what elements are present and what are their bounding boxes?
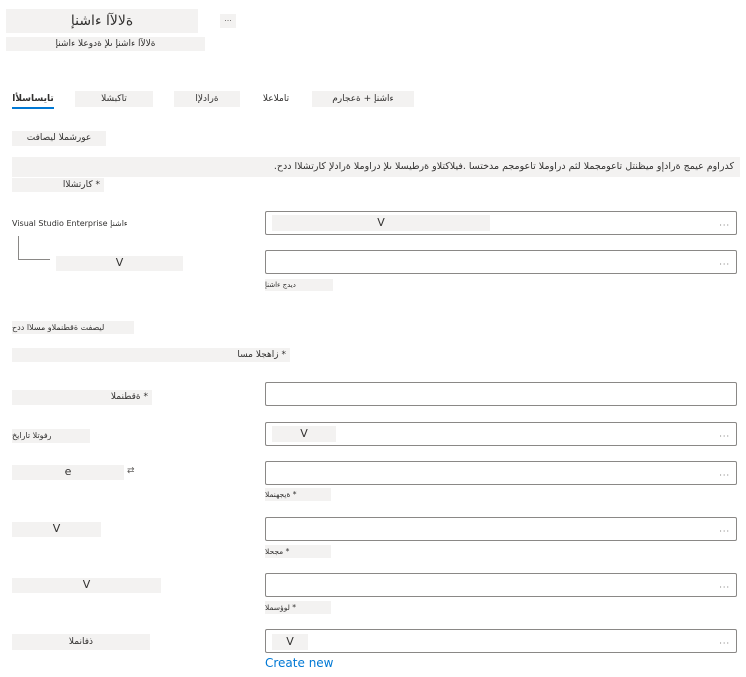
admin-select[interactable]: ...: [265, 573, 737, 597]
image-hint: ةيجهنملا *: [265, 488, 331, 501]
tab-tags[interactable]: تاملاعلا: [260, 91, 292, 107]
availability-select[interactable]: V ...: [265, 422, 737, 446]
subscription-field-label: Visual Studio Enterprise ءاشنإ: [12, 219, 128, 228]
chevron-down-icon: V: [272, 426, 336, 442]
tab-networking[interactable]: تاكبشلا: [75, 91, 153, 107]
tab-management[interactable]: ةرادلإا: [174, 91, 240, 107]
project-details-heading: عورشملا ليصافت: [12, 131, 106, 146]
create-new-link[interactable]: Create new: [265, 655, 334, 671]
ports-label: ذفانملا: [12, 634, 150, 650]
create-new-resource-group-link[interactable]: ديدج ءاشنإ: [265, 279, 333, 291]
resource-group-label: V: [56, 256, 183, 271]
subscription-select[interactable]: V ...: [265, 211, 737, 235]
swap-icon[interactable]: ⇄: [127, 465, 139, 477]
vm-name-input[interactable]: [265, 382, 737, 406]
page-subtitle: ةلالآا ءاشنإ ىلإ ةدوعلا ءاشنإ: [6, 37, 205, 51]
project-description: .كدراوم عيمج ةرادإو ميظنتل تاعومجملا لثم…: [12, 157, 740, 177]
vm-name-label: زاهجلا مسا *: [12, 348, 290, 362]
admin-label: V: [12, 578, 161, 593]
image-label: e: [12, 465, 124, 480]
page-title: ةلالآا ءاشنإ: [6, 9, 198, 33]
tree-connector: [18, 236, 50, 260]
tab-review-create[interactable]: ءاشنإ + ةعجارم: [312, 91, 414, 107]
resource-group-select[interactable]: ...: [265, 250, 737, 274]
chevron-down-icon: V: [272, 215, 490, 231]
size-select[interactable]: ...: [265, 517, 737, 541]
more-button[interactable]: ...: [220, 14, 236, 28]
tab-basics[interactable]: تايساسلأا: [12, 91, 54, 109]
admin-hint: لوؤسملا *: [265, 601, 331, 614]
ports-select[interactable]: V ...: [265, 629, 737, 653]
size-label: V: [12, 522, 101, 537]
image-select[interactable]: ...: [265, 461, 737, 485]
availability-label: رفوتلا تارايخ: [12, 429, 90, 443]
chevron-down-icon: V: [272, 634, 308, 650]
subscription-label: كارتشلاا *: [12, 178, 104, 192]
instance-details-heading: ليصفت ةقطنملاو مسلاا ددح: [12, 321, 134, 334]
size-hint: مجحلا *: [265, 545, 331, 558]
region-label: ةقطنملا *: [12, 390, 152, 405]
